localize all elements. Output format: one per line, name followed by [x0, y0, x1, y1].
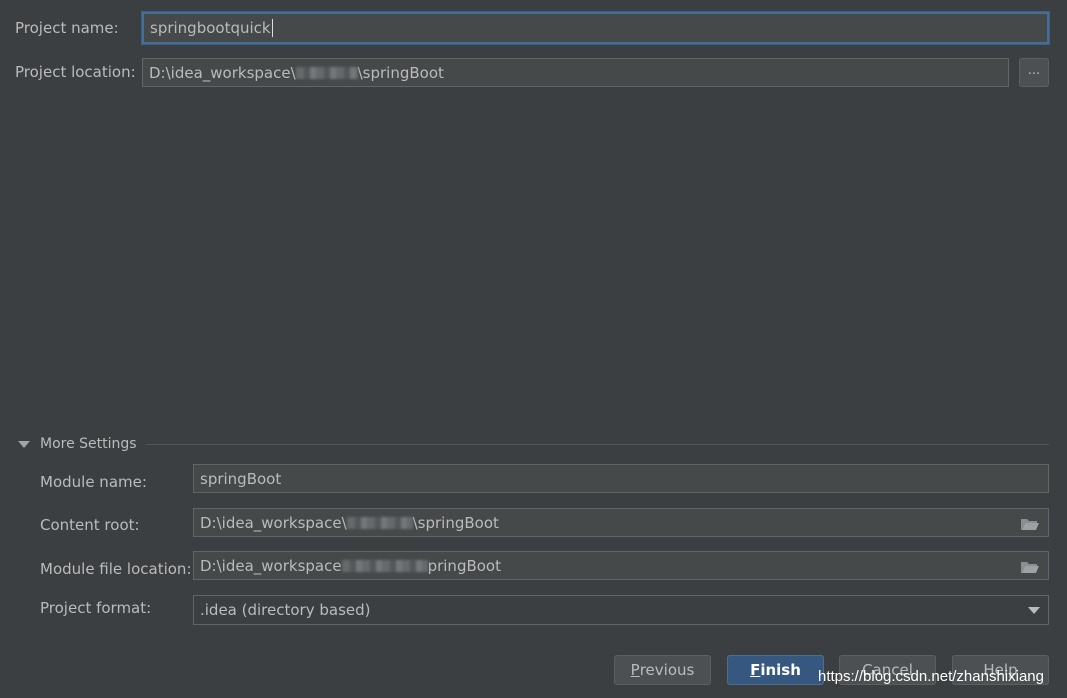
browse-location-button[interactable]: ...: [1019, 58, 1049, 87]
module-file-prefix: D:\idea_workspace: [200, 556, 342, 575]
section-divider: [146, 444, 1049, 445]
chevron-down-icon: [1028, 607, 1040, 614]
text-caret: [271, 19, 273, 37]
redacted-text: [341, 559, 428, 572]
project-location-suffix: \springBoot: [357, 63, 444, 82]
folder-icon[interactable]: [1020, 517, 1040, 531]
more-settings-title: More Settings: [40, 436, 137, 452]
folder-icon[interactable]: [1020, 560, 1040, 574]
previous-mnemonic: P: [630, 661, 640, 679]
module-name-value: springBoot: [200, 469, 282, 488]
project-location-label: Project location:: [15, 63, 136, 81]
module-file-input[interactable]: D:\idea_workspace pringBoot: [193, 551, 1049, 580]
module-file-label: Module file location:: [40, 560, 192, 578]
triangle-down-icon: [18, 440, 30, 448]
finish-label: inish: [760, 661, 801, 679]
module-file-suffix: pringBoot: [427, 556, 501, 575]
project-location-prefix: D:\idea_workspace\: [149, 63, 296, 82]
content-root-suffix: \springBoot: [412, 513, 499, 532]
finish-button[interactable]: Finish: [727, 655, 824, 685]
more-settings-toggle[interactable]: More Settings: [18, 436, 137, 452]
project-format-label: Project format:: [40, 599, 152, 617]
previous-button[interactable]: Previous: [614, 655, 711, 685]
project-name-label: Project name:: [15, 19, 119, 37]
project-location-input[interactable]: D:\idea_workspace\ \springBoot: [142, 58, 1009, 87]
watermark-text: https://blog.csdn.net/zhanshixiang: [818, 668, 1044, 685]
content-root-label: Content root:: [40, 516, 140, 534]
content-root-input[interactable]: D:\idea_workspace\ \springBoot: [193, 508, 1049, 537]
redacted-text: [295, 66, 358, 79]
redacted-text: [346, 516, 413, 529]
module-name-input[interactable]: springBoot: [193, 464, 1049, 493]
project-format-value: .idea (directory based): [200, 601, 371, 619]
module-name-label: Module name:: [40, 473, 147, 491]
project-format-select[interactable]: .idea (directory based): [193, 595, 1049, 625]
previous-label: revious: [639, 661, 695, 679]
content-root-prefix: D:\idea_workspace\: [200, 513, 347, 532]
finish-mnemonic: F: [750, 661, 761, 679]
project-name-input[interactable]: springbootquick: [142, 12, 1049, 44]
project-name-value: springbootquick: [150, 19, 271, 37]
